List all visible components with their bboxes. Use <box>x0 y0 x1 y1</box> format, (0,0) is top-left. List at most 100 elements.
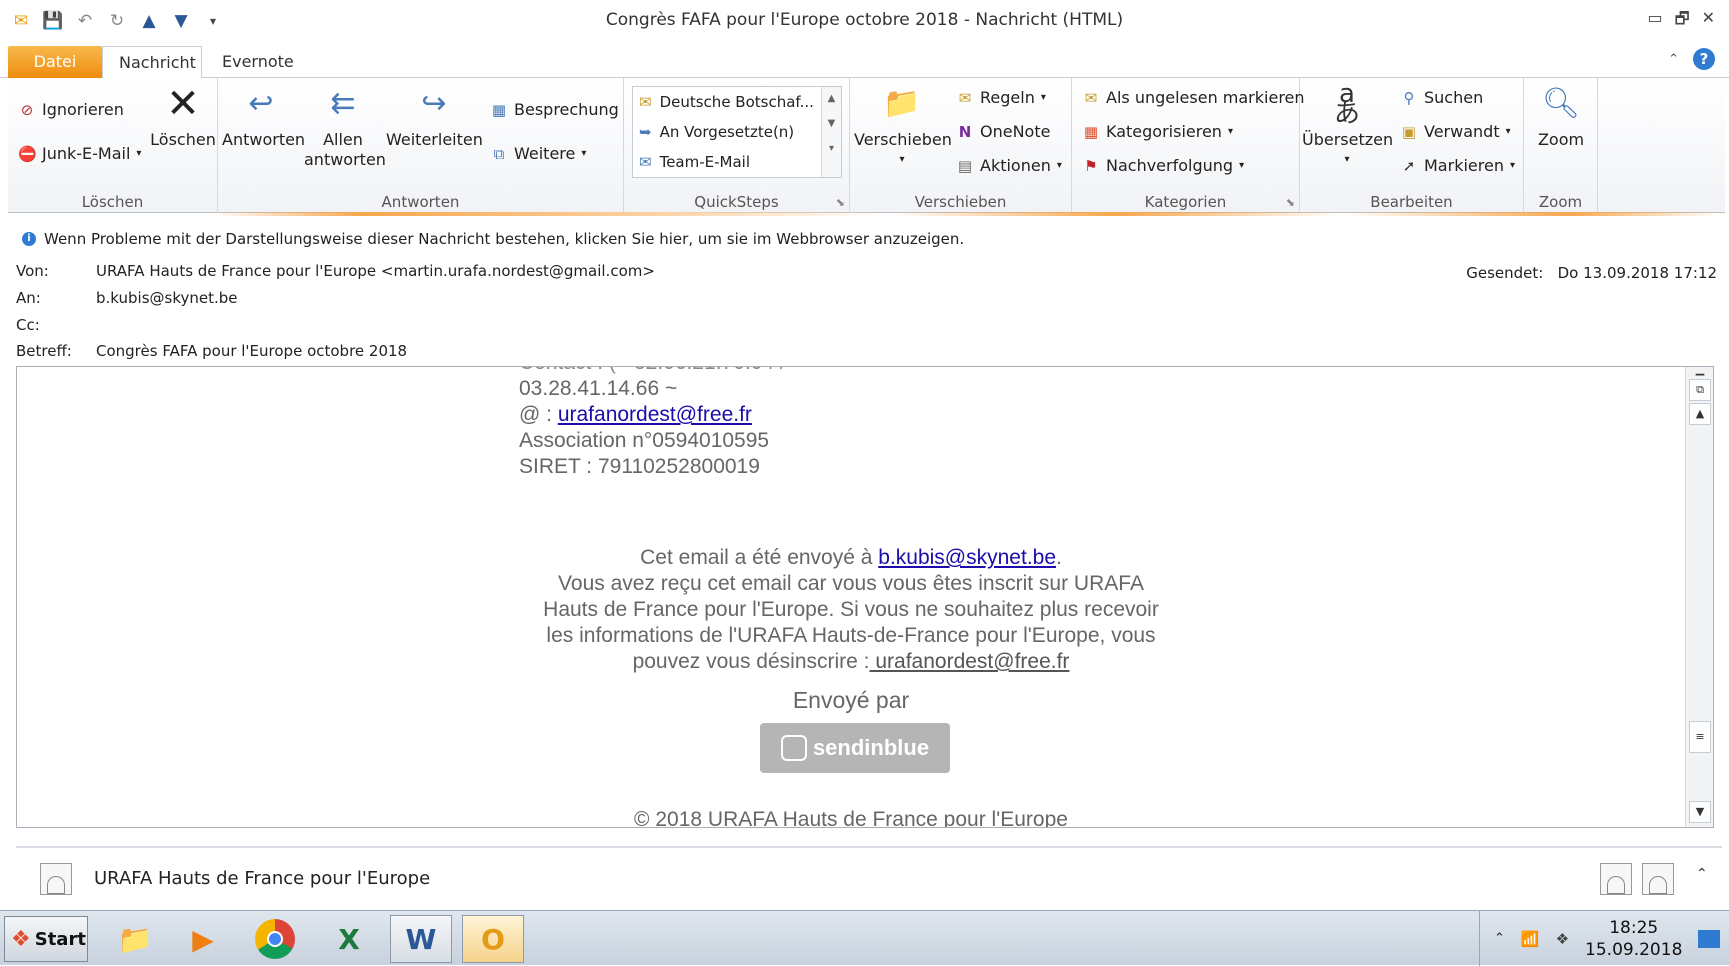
related-icon: ▣ <box>1401 122 1417 141</box>
rules-button[interactable]: ✉ Regeln ▾ <box>956 88 1046 107</box>
to-value[interactable]: b.kubis@skynet.be <box>96 289 238 307</box>
actions-icon: ▤ <box>957 156 973 175</box>
quickstep-icon: ✉ <box>639 153 652 171</box>
onenote-button[interactable]: N OneNote <box>956 122 1051 141</box>
notice-line: Vous avez reçu cet email car vous vous ê… <box>558 572 1144 595</box>
sent-value: Do 13.09.2018 17:12 <box>1557 264 1717 282</box>
contact-email-link[interactable]: urafanordest@free.fr <box>558 403 752 426</box>
sendinblue-logo[interactable]: sendinblue <box>760 723 950 773</box>
sendinblue-mark-icon <box>780 735 807 761</box>
envelope-unread-icon: ✉ <box>1084 88 1098 107</box>
cursor-icon: ➚ <box>1402 156 1416 175</box>
quicksteps-scroll[interactable]: ▲ ▼ ▾ <box>821 87 841 177</box>
expand-gallery-icon[interactable]: ▾ <box>822 143 841 154</box>
minimize-icon[interactable]: ▭ <box>1647 8 1662 35</box>
tab-file[interactable]: Datei <box>8 46 102 78</box>
junk-email-button[interactable]: ⛔ Junk-E-Mail ▾ <box>18 144 141 163</box>
more-respond-button[interactable]: ⧉ Weitere ▾ <box>490 144 587 163</box>
clock[interactable]: 18:25 15.09.2018 <box>1585 917 1682 961</box>
show-desktop-icon[interactable] <box>1698 929 1721 948</box>
group-label: Kategorien <box>1144 193 1227 211</box>
zoom-button[interactable]: 🔍︎ Zoom <box>1526 84 1596 150</box>
unsubscribe-link[interactable]: urafanordest@free.fr <box>870 650 1069 673</box>
scroll-up-icon[interactable]: ▲ <box>822 93 841 104</box>
quickstep-item[interactable]: ✉ Deutsche Botschaf... <box>639 93 814 111</box>
group-label: Löschen <box>81 193 144 211</box>
group-label: Verschieben <box>914 193 1007 211</box>
follow-up-button[interactable]: ⚑ Nachverfolgung ▾ <box>1082 156 1244 175</box>
sender-name[interactable]: URAFA Hauts de France pour l'Europe <box>94 868 430 889</box>
flag-icon: ⚑ <box>1084 156 1098 175</box>
explorer-icon[interactable]: 📁 <box>104 915 166 963</box>
avatar[interactable] <box>40 863 72 895</box>
from-value[interactable]: URAFA Hauts de France pour l'Europe <mar… <box>96 262 655 280</box>
related-button[interactable]: ▣ Verwandt ▾ <box>1400 122 1511 141</box>
chevron-down-icon: ▾ <box>1509 160 1515 171</box>
group-label: Bearbeiten <box>1370 193 1453 211</box>
ignore-button[interactable]: ⊘ Ignorieren <box>18 100 124 119</box>
group-label: Zoom <box>1538 193 1583 211</box>
copy-icon[interactable]: ⧉ <box>1689 379 1711 401</box>
translate-button[interactable]: aあ Übersetzen ▾ <box>1302 81 1393 170</box>
info-bar[interactable]: i Wenn Probleme mit der Darstellungsweis… <box>22 230 964 248</box>
avatar[interactable] <box>1642 863 1674 895</box>
quickstep-item[interactable]: ➥ An Vorgesetzte(n) <box>639 123 794 141</box>
scroll-down-icon[interactable]: ▼ <box>1689 801 1711 823</box>
reply-button[interactable]: ↩ Antworten <box>222 84 305 150</box>
group-move: 📁 Verschieben ▾ ✉ Regeln ▾ N OneNote ▤ A… <box>850 78 1072 213</box>
subject-label: Betreff: <box>16 342 72 360</box>
tab-evernote[interactable]: Evernote <box>206 46 310 78</box>
notice-line: les informations de l'URAFA Hauts-de-Fra… <box>546 624 1156 647</box>
sent-label: Gesendet: <box>1466 264 1544 282</box>
message-body[interactable]: Contact : ( +32.06.21.70.04 / 03.28.41.1… <box>16 366 1714 828</box>
chevron-down-icon: ▾ <box>1227 126 1233 137</box>
move-button[interactable]: 📁 Verschieben ▾ <box>854 84 952 170</box>
excel-icon[interactable]: X <box>318 915 380 963</box>
help-icon[interactable]: ? <box>1693 48 1715 70</box>
message-header: i Wenn Probleme mit der Darstellungsweis… <box>0 216 1729 366</box>
reply-all-button[interactable]: ⇇ Allen antworten <box>304 84 386 170</box>
recipient-link[interactable]: b.kubis@skynet.be <box>878 546 1056 569</box>
group-delete: ⊘ Ignorieren ⛔ Junk-E-Mail ▾ ✕ Löschen L… <box>8 78 218 213</box>
find-button[interactable]: ⚲ Suchen <box>1400 88 1484 107</box>
scroll-thumb[interactable]: ≡ <box>1689 721 1711 753</box>
scroll-up-icon[interactable]: ▲ <box>1689 403 1711 425</box>
window-title: Congrès FAFA pour l'Europe octobre 2018 … <box>605 10 1124 30</box>
calendar-icon: ▦ <box>491 100 507 119</box>
junk-icon: ⛔ <box>18 144 37 163</box>
actions-button[interactable]: ▤ Aktionen ▾ <box>956 156 1062 175</box>
expand-people-icon[interactable]: ⌃ <box>1696 866 1708 882</box>
restore-icon[interactable]: 🗗 <box>1675 8 1690 35</box>
select-button[interactable]: ➚ Markieren ▾ <box>1400 156 1515 175</box>
tab-message[interactable]: Nachricht <box>102 46 202 79</box>
word-icon[interactable]: W <box>390 915 452 963</box>
forward-button[interactable]: ↪ Weiterleiten <box>386 84 483 150</box>
show-hidden-icons-icon[interactable]: ⌃ <box>1494 931 1505 946</box>
mark-unread-button[interactable]: ✉ Als ungelesen markieren <box>1082 88 1305 107</box>
taskbar: ❖ Start 📁 ▶ X W O ⌃ 📶 ❖ 18:25 15.09.2018 <box>0 910 1729 966</box>
scroll-down-icon[interactable]: ▼ <box>822 118 841 129</box>
network-icon[interactable]: 📶 <box>1521 930 1540 948</box>
quickstep-item[interactable]: ✉ Team-E-Mail <box>639 153 750 171</box>
group-edit: aあ Übersetzen ▾ ⚲ Suchen ▣ Verwandt ▾ ➚ … <box>1300 78 1524 213</box>
start-button[interactable]: ❖ Start <box>4 916 88 962</box>
outlook-icon[interactable]: O <box>462 915 524 963</box>
media-player-icon[interactable]: ▶ <box>172 915 234 963</box>
minimize-ribbon-icon[interactable]: ⌃ <box>1668 52 1679 67</box>
delete-x-icon: ✕ <box>166 81 200 127</box>
categorize-button[interactable]: ▦ Kategorisieren ▾ <box>1082 122 1233 141</box>
group-zoom: 🔍︎ Zoom Zoom <box>1524 78 1598 213</box>
meeting-button[interactable]: ▦ Besprechung <box>490 100 619 119</box>
sent-by-label: Envoyé par <box>792 687 910 713</box>
chevron-down-icon: ▾ <box>136 148 142 159</box>
close-icon[interactable]: ✕ <box>1702 8 1715 35</box>
avatar[interactable] <box>1600 863 1632 895</box>
subject-row: Betreff: Congrès FAFA pour l'Europe octo… <box>16 342 407 360</box>
delete-button[interactable]: ✕ Löschen <box>150 84 216 150</box>
folder-move-icon: 📁 <box>883 86 921 121</box>
dropbox-icon[interactable]: ❖ <box>1556 930 1569 948</box>
chrome-icon[interactable] <box>244 915 306 963</box>
contact-line: Contact : ( +32.06.21.70.04 / <box>519 367 786 375</box>
vertical-scrollbar[interactable]: ▔ ⧉ ▲ ≡ ▼ <box>1685 367 1713 827</box>
reply-icon: ↩ <box>248 86 274 121</box>
